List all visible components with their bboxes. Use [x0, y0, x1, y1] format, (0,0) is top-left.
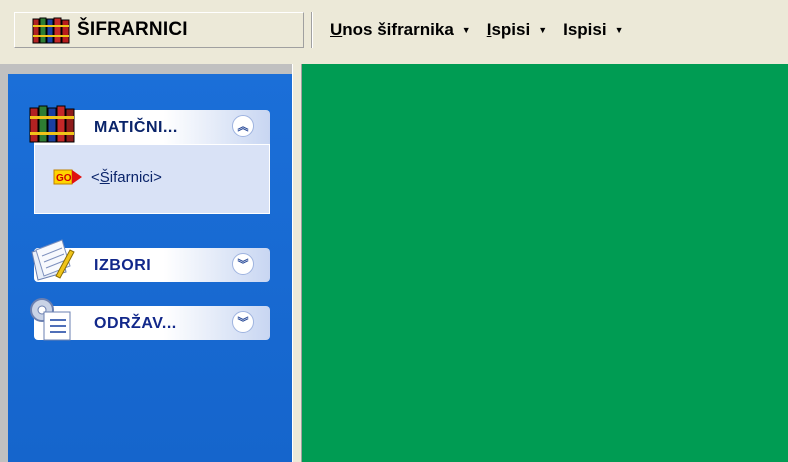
caret-down-icon: ▼ [614, 24, 624, 35]
item-label-prefix: < [91, 168, 100, 186]
menu-bar: Unos šifrarnika ▼ Ispisi ▼ Ispisi ▼ [330, 12, 640, 48]
menu-unos-sifrarnika[interactable]: Unos šifrarnika ▼ [330, 20, 471, 40]
caret-down-icon: ▼ [538, 24, 548, 35]
item-label-rest: ifarnici> [109, 168, 162, 186]
notes-icon [31, 239, 75, 281]
chevron-up-icon[interactable]: ︽ [232, 115, 254, 137]
go-icon: GO [53, 169, 82, 185]
maintenance-icon [30, 298, 71, 341]
sidebar-group-odrzavanje: ODRŽAV... ︾ [26, 294, 270, 341]
svg-text:GO: GO [56, 173, 72, 184]
menu-label-accel: U [330, 20, 343, 39]
books-icon [32, 17, 70, 44]
group-header-izbori[interactable]: IZBORI ︾ [26, 236, 270, 282]
panel-splitter[interactable] [292, 64, 302, 462]
menu-label: Ispisi [563, 20, 607, 39]
group-header-odrzavanje[interactable]: ODRŽAV... ︾ [26, 294, 270, 341]
menu-label: nos šifrarnika [342, 20, 454, 39]
top-toolbar: ŠIFRARNICI Unos šifrarnika ▼ Ispisi ▼ Is… [0, 0, 788, 64]
sidebar-group-maticni: MATIČNI... ︽ GO <Šifarnici> [26, 98, 270, 214]
group-label: ODRŽAV... [94, 315, 177, 332]
sidebar-group-izbori: IZBORI ︾ [26, 236, 270, 282]
menu-ispisi-2[interactable]: Ispisi ▼ [563, 20, 623, 40]
app-title-panel: ŠIFRARNICI [14, 12, 304, 48]
group-label: IZBORI [94, 257, 152, 274]
menu-ispisi-1[interactable]: Ispisi ▼ [487, 20, 547, 40]
group-body-maticni: GO <Šifarnici> [34, 144, 270, 214]
chevron-down-icon[interactable]: ︾ [232, 311, 254, 333]
group-header-maticni[interactable]: MATIČNI... ︽ [26, 98, 270, 144]
chevron-down-icon[interactable]: ︾ [232, 253, 254, 275]
sidebar-item-label: <Šifarnici> [91, 169, 162, 186]
main-content-area [302, 64, 788, 462]
caret-down-icon: ▼ [461, 24, 471, 35]
group-label: MATIČNI... [94, 119, 178, 136]
menu-label: spisi [491, 20, 531, 39]
books-icon [29, 105, 75, 143]
sidebar-item-sifarnici[interactable]: GO <Šifarnici> [53, 167, 162, 187]
app-window: ŠIFRARNICI Unos šifrarnika ▼ Ispisi ▼ Is… [0, 0, 788, 462]
item-label-accel: Š [99, 168, 110, 186]
app-title: ŠIFRARNICI [77, 19, 188, 40]
toolbar-separator [311, 12, 313, 48]
